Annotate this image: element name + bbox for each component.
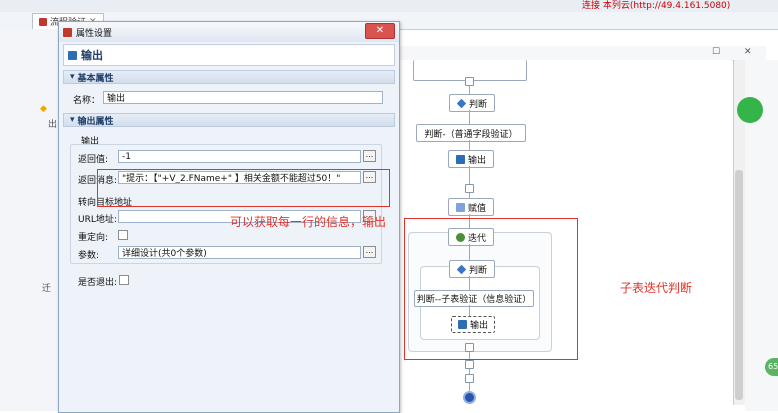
connector-handle — [465, 184, 474, 193]
section-output[interactable]: ▾ 输出属性 — [63, 113, 395, 127]
judge-icon — [456, 98, 467, 108]
output-icon — [455, 154, 465, 164]
connector — [469, 140, 470, 150]
flow-file-icon — [39, 17, 47, 26]
node-header: 输出 — [63, 44, 395, 66]
app-icon — [63, 27, 72, 37]
canvas-toolbar: ☐ ✕ — [398, 46, 766, 61]
node-label: 输出 — [467, 155, 486, 166]
name-input[interactable]: 输出 — [103, 91, 383, 104]
scrollbar-thumb[interactable] — [735, 170, 743, 400]
connector-handle — [465, 374, 474, 383]
node-header-text: 输出 — [81, 49, 103, 62]
section-basic[interactable]: ▾ 基本属性 — [63, 70, 395, 84]
annotation-right: 子表迭代判断 — [620, 281, 693, 295]
node-label: 判断 — [468, 99, 487, 110]
flow-node-judge[interactable]: 判断 — [449, 94, 495, 112]
dialog-close-button[interactable]: ✕ — [365, 23, 395, 39]
highlight-box-iterate — [404, 218, 578, 360]
exit-label: 是否退出: — [78, 278, 118, 288]
end-node-icon[interactable] — [463, 391, 476, 404]
node-label: 赋值 — [467, 203, 486, 214]
wifi-icon[interactable] — [737, 97, 763, 123]
floating-badge[interactable]: 65 — [765, 358, 778, 376]
collapse-icon[interactable]: ▾ — [70, 72, 75, 82]
dialog-title: 属性设置 — [76, 28, 113, 39]
output-icon — [68, 50, 77, 60]
connector-handle — [465, 360, 474, 369]
close-view-icon[interactable]: ✕ — [744, 47, 752, 57]
status-link[interactable]: 连接 本列云(http://49.4.161.5080) — [582, 0, 730, 11]
assign-icon — [455, 202, 465, 212]
exit-checkbox[interactable] — [119, 275, 129, 285]
name-label: 名称： — [73, 96, 101, 106]
connector — [469, 166, 470, 198]
section-title: 基本属性 — [77, 73, 114, 84]
left-panel: ◆ 出 迁 — [0, 29, 59, 411]
flow-condition-label[interactable]: 判断-（普通字段验证） — [416, 124, 526, 142]
annotation-left: 可以获取每一行的信息，输出 — [230, 215, 387, 229]
flow-node-assign[interactable]: 赋值 — [448, 198, 494, 216]
highlight-box-message — [97, 169, 390, 207]
section-title: 输出属性 — [77, 116, 114, 127]
left-panel-item[interactable]: 出 — [48, 117, 57, 130]
connector-handle — [465, 77, 474, 86]
collapse-icon[interactable]: ▾ — [70, 115, 75, 125]
condition-text: 判断-（普通字段验证） — [424, 129, 518, 140]
dialog-titlebar[interactable]: 属性设置 — [59, 22, 399, 42]
left-panel-item[interactable]: 迁 — [42, 281, 51, 294]
flow-node-output[interactable]: 输出 — [448, 150, 494, 168]
connector — [469, 110, 470, 124]
diamond-icon: ◆ — [40, 104, 47, 114]
maximize-icon[interactable]: ☐ — [712, 47, 720, 57]
